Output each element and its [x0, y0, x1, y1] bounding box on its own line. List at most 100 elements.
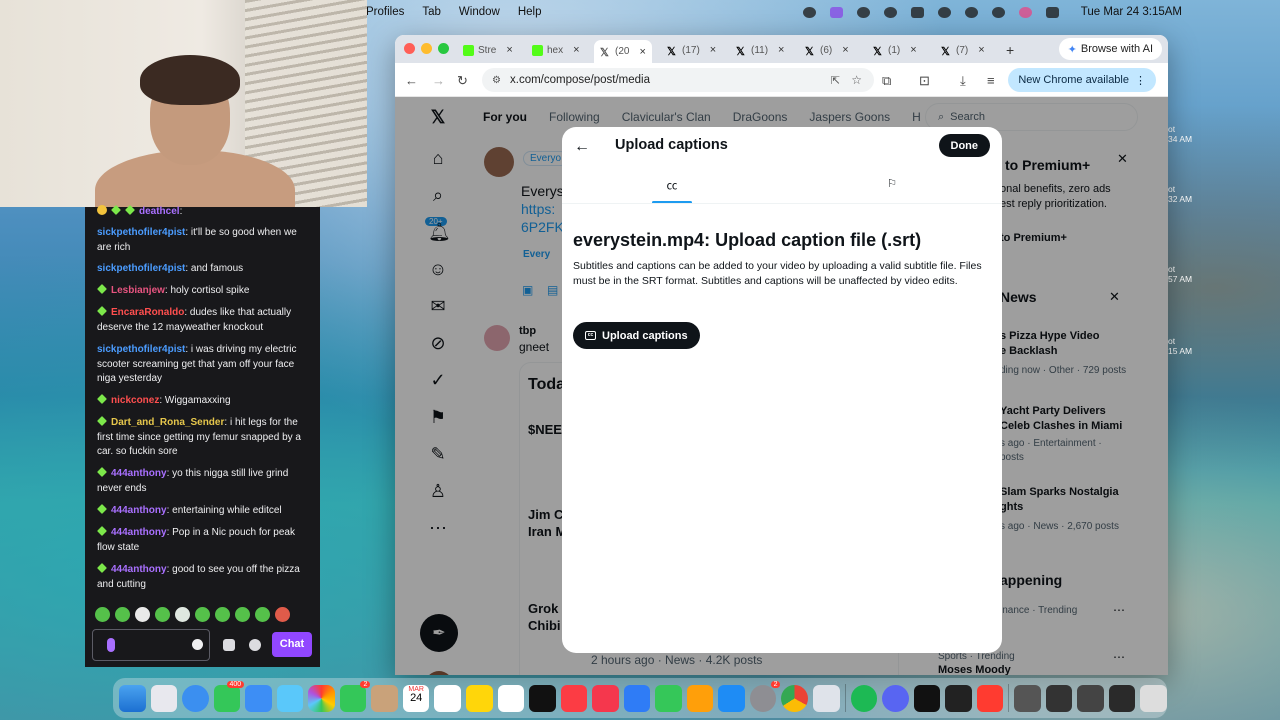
back-icon[interactable]: ← — [405, 73, 418, 88]
close-window-icon[interactable] — [404, 43, 415, 54]
browser-tab-active[interactable]: 𝕏 (20 × — [594, 40, 652, 63]
mail-icon[interactable] — [245, 684, 272, 712]
screenshot-icon[interactable] — [976, 684, 1004, 712]
forward-icon[interactable]: → — [432, 73, 445, 88]
search-icon[interactable] — [991, 6, 1005, 18]
upload-captions-button[interactable]: cc Upload captions — [573, 322, 700, 349]
maximize-window-icon[interactable] — [438, 43, 449, 54]
minimize-window-icon[interactable] — [421, 43, 432, 54]
emote-icon[interactable] — [175, 607, 190, 622]
bluetooth-icon[interactable] — [964, 6, 978, 18]
store-icon[interactable] — [223, 639, 235, 651]
wifi-icon[interactable] — [937, 6, 951, 18]
close-tab-icon[interactable]: × — [573, 44, 579, 56]
discord-icon[interactable] — [882, 684, 909, 712]
emote-icon[interactable] — [95, 607, 110, 622]
more-vertical-icon[interactable]: ⋮ — [1135, 74, 1146, 87]
tab-captions[interactable]: ㏄ — [651, 172, 693, 204]
browser-tab[interactable]: hex × — [532, 40, 580, 60]
back-arrow-icon[interactable]: ← — [574, 138, 590, 156]
extensions-icon[interactable]: ⧉ — [882, 73, 891, 89]
reminders-icon[interactable] — [434, 684, 462, 712]
moon-icon[interactable] — [883, 6, 897, 18]
site-info-icon[interactable]: ⚙ — [492, 75, 501, 86]
menu-window[interactable]: Window — [459, 6, 500, 18]
close-tab-icon[interactable]: × — [710, 44, 716, 56]
browser-tab[interactable]: 𝕏 (7) × — [941, 40, 985, 60]
capcut-icon[interactable] — [913, 684, 941, 712]
media-icon[interactable]: ≡ — [987, 73, 995, 88]
browse-with-ai-button[interactable]: ✦ Browse with AI — [1058, 38, 1162, 60]
news-icon[interactable] — [592, 684, 619, 712]
emote-icon[interactable] — [275, 607, 290, 622]
emoji-icon[interactable] — [192, 639, 203, 650]
control-icon[interactable] — [802, 6, 816, 18]
close-tab-icon[interactable]: × — [978, 44, 984, 56]
close-tab-icon[interactable]: × — [910, 44, 916, 56]
photos-icon[interactable] — [308, 684, 335, 712]
preview-icon[interactable] — [813, 684, 840, 712]
close-tab-icon[interactable]: × — [842, 44, 848, 56]
emote-icon[interactable] — [215, 607, 230, 622]
chat-send-button[interactable]: Chat — [272, 632, 312, 657]
screen-record-icon[interactable] — [829, 6, 843, 18]
menu-help[interactable]: Help — [518, 6, 542, 18]
keynote-icon[interactable] — [623, 684, 651, 712]
emote-icon[interactable] — [255, 607, 270, 622]
settings-gear-icon[interactable] — [249, 639, 261, 651]
play-icon[interactable] — [856, 6, 870, 18]
menu-clock[interactable]: Tue Mar 24 3:15AM — [1081, 6, 1182, 18]
close-tab-icon[interactable]: × — [778, 44, 784, 56]
contacts-icon[interactable] — [371, 684, 398, 712]
control-center-icon[interactable] — [1045, 6, 1059, 18]
downloads-icon[interactable]: ⤓ — [960, 73, 966, 89]
facetime-icon[interactable]: 2 — [339, 680, 371, 712]
obs-icon[interactable] — [945, 684, 972, 712]
close-tab-icon[interactable]: × — [639, 46, 645, 58]
new-chrome-available-button[interactable]: New Chrome available ⋮ — [1008, 68, 1156, 92]
music-icon[interactable] — [560, 684, 588, 712]
recent-window-icon[interactable] — [1077, 684, 1104, 712]
browser-tab[interactable]: 𝕏 (17) × — [667, 40, 716, 60]
chrome-icon[interactable] — [781, 684, 809, 712]
apple-tv-icon[interactable] — [529, 684, 556, 712]
messages-icon[interactable]: 400 — [213, 680, 245, 712]
trash-icon[interactable] — [1140, 684, 1168, 712]
browser-tab[interactable]: 𝕏 (6) × — [805, 40, 849, 60]
pages-icon[interactable] — [686, 684, 714, 712]
new-tab-button[interactable]: + — [1006, 40, 1014, 60]
address-bar[interactable]: ⚙ x.com/compose/post/media ⇱ ☆ — [482, 68, 874, 92]
launchpad-icon[interactable] — [150, 684, 178, 712]
install-icon[interactable]: ⇱ — [831, 74, 840, 87]
numbers-icon[interactable] — [655, 684, 682, 712]
emote-icon[interactable] — [195, 607, 210, 622]
close-tab-icon[interactable]: × — [506, 44, 512, 56]
emote-icon[interactable] — [155, 607, 170, 622]
bookmark-star-icon[interactable]: ☆ — [851, 73, 862, 87]
notes-icon[interactable] — [466, 684, 493, 712]
menu-tab[interactable]: Tab — [422, 6, 441, 18]
calendar-icon[interactable]: MAR 24 — [402, 684, 430, 712]
browser-tab[interactable]: 𝕏 (1) × — [873, 40, 917, 60]
user-switch-icon[interactable] — [1018, 6, 1032, 18]
maps-icon[interactable] — [276, 684, 304, 712]
browser-tab[interactable]: Stre × — [463, 40, 513, 60]
finder-icon[interactable] — [119, 684, 146, 712]
emote-icon[interactable] — [135, 607, 150, 622]
chat-input[interactable] — [92, 629, 210, 661]
app-store-icon[interactable] — [718, 684, 745, 712]
mic-icon[interactable] — [107, 638, 115, 652]
menu-profiles[interactable]: Profiles — [366, 6, 404, 18]
tab-content-warning[interactable]: ⚐ — [871, 172, 913, 204]
emote-icon[interactable] — [235, 607, 250, 622]
recent-window-icon[interactable] — [1045, 684, 1073, 712]
emote-icon[interactable] — [115, 607, 130, 622]
browser-tab[interactable]: 𝕏 (11) × — [736, 40, 784, 60]
done-button[interactable]: Done — [938, 134, 990, 157]
tab-search-icon[interactable]: ⊡ — [919, 73, 930, 89]
recent-window-icon[interactable] — [1108, 684, 1136, 712]
spotify-icon[interactable] — [850, 684, 878, 712]
recent-window-icon[interactable] — [1014, 684, 1041, 712]
reload-icon[interactable]: ↻ — [457, 73, 468, 89]
system-settings-icon[interactable]: 2 — [749, 680, 781, 712]
